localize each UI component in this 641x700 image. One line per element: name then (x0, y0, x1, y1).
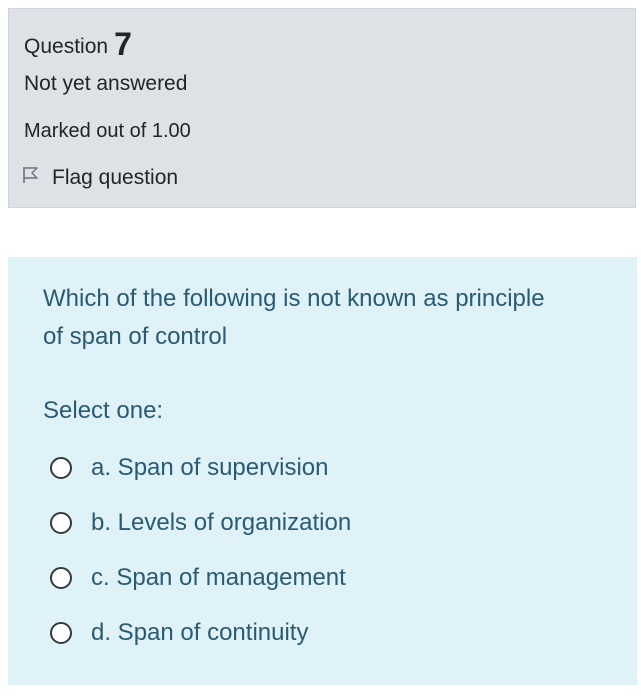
flag-question-label: Flag question (52, 166, 179, 189)
answer-option-c[interactable]: c. Span of management (50, 550, 351, 605)
question-label: Question (24, 35, 109, 58)
answer-label: b. Levels of organization (91, 508, 352, 536)
flag-icon (22, 166, 52, 190)
select-one-prompt: Select one: (43, 397, 164, 424)
answer-label: c. Span of management (91, 563, 346, 591)
question-info-panel: Question 7 Not yet answered Marked out of… (8, 8, 636, 208)
radio-button[interactable] (50, 456, 72, 479)
radio-button[interactable] (50, 621, 72, 644)
answer-label: d. Span of continuity (91, 618, 309, 646)
question-number: 7 (114, 26, 132, 62)
question-heading: Question 7 (24, 26, 132, 62)
answer-label: a. Span of supervision (91, 453, 329, 481)
question-text: Which of the following is not known as p… (43, 285, 545, 350)
question-content-panel: Which of the following is not known as p… (8, 257, 637, 685)
question-state: Not yet answered (24, 72, 188, 95)
answer-list: a. Span of supervision b. Levels of orga… (50, 440, 351, 660)
answer-option-a[interactable]: a. Span of supervision (50, 440, 351, 495)
radio-button[interactable] (50, 511, 72, 534)
answer-option-d[interactable]: d. Span of continuity (50, 605, 351, 660)
answer-option-b[interactable]: b. Levels of organization (50, 495, 351, 550)
radio-button[interactable] (50, 566, 72, 589)
question-grade: Marked out of 1.00 (24, 120, 191, 142)
flag-question-link[interactable]: Flag question (22, 166, 178, 190)
